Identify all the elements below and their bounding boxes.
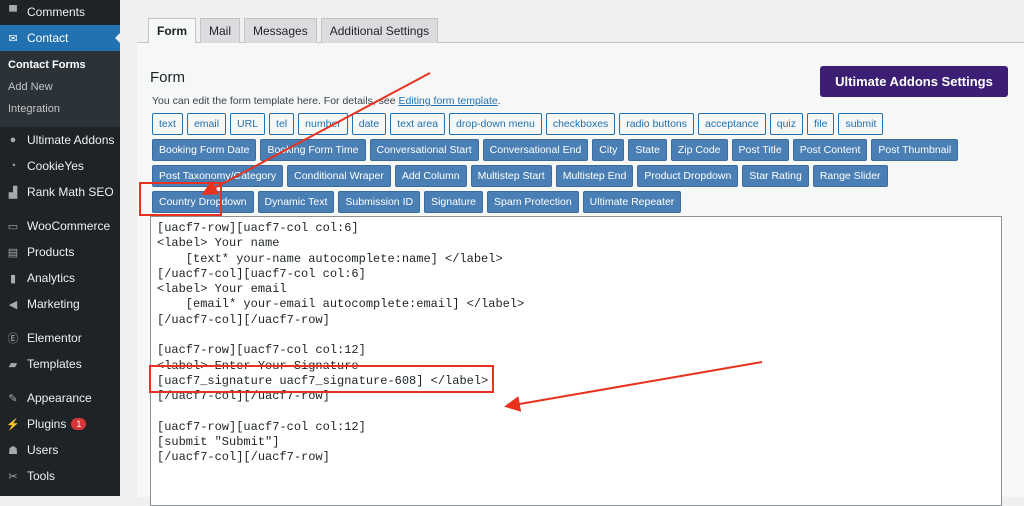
sidebar-item-comments[interactable]: ▀ Comments: [0, 0, 120, 25]
comment-icon: ▀: [9, 6, 17, 18]
sidebar-item-users[interactable]: ☗ Users: [0, 437, 120, 463]
tag-star-rating-button[interactable]: Star Rating: [742, 165, 809, 187]
sidebar-item-cookieyes[interactable]: ◔ CookieYes: [0, 153, 120, 179]
bar-chart-icon: ▮: [9, 272, 17, 285]
tag-post-content-button[interactable]: Post Content: [792, 139, 868, 161]
ultimate-addons-icon: ●: [9, 134, 17, 146]
tag-conversational-start-button[interactable]: Conversational Start: [369, 139, 479, 161]
tag-radio-buttons-button[interactable]: radio buttons: [619, 113, 695, 135]
tag-multistep-start-button[interactable]: Multistep Start: [470, 165, 552, 187]
paintbrush-icon: ✎: [8, 392, 18, 405]
tag-dynamic-text-button[interactable]: Dynamic Text: [257, 191, 335, 213]
form-description: You can edit the form template here. For…: [152, 95, 501, 107]
menu-separator: [0, 205, 120, 213]
tag-signature-button[interactable]: Signature: [424, 191, 484, 213]
tag-zip-code-button[interactable]: Zip Code: [670, 139, 728, 161]
editing-form-template-link[interactable]: Editing form template: [399, 95, 498, 107]
update-count-badge: 1: [71, 418, 87, 430]
tag-date-button[interactable]: date: [351, 113, 387, 135]
mail-icon: ✉: [8, 32, 18, 45]
wrench-icon: ✂: [8, 470, 18, 483]
contact-submenu: Contact Forms Add New Integration: [0, 51, 120, 127]
sidebar-item-marketing[interactable]: ◀ Marketing: [0, 291, 120, 317]
tag-post-taxonomy-category-button[interactable]: Post Taxonomy/Category: [152, 165, 284, 187]
tag-tel-button[interactable]: tel: [269, 113, 295, 135]
folder-icon: ▰: [8, 358, 18, 371]
menu-separator: [0, 317, 120, 325]
sidebar-item-elementor[interactable]: Ⓔ Elementor: [0, 325, 120, 351]
form-template-editor[interactable]: [uacf7-row][uacf7-col col:6] <label> You…: [150, 216, 1002, 506]
tag-ultimate-repeater-button[interactable]: Ultimate Repeater: [582, 191, 682, 213]
tab-mail[interactable]: Mail: [200, 18, 241, 43]
sidebar-item-products[interactable]: ▤ Products: [0, 239, 120, 265]
tag-product-dropdown-button[interactable]: Product Dropdown: [637, 165, 739, 187]
sidebar-item-appearance[interactable]: ✎ Appearance: [0, 385, 120, 411]
plug-icon: ⚡: [6, 418, 20, 431]
elementor-icon: Ⓔ: [7, 333, 19, 345]
tag-submission-id-button[interactable]: Submission ID: [338, 191, 421, 213]
sidebar-item-plugins[interactable]: ⚡ Plugins 1: [0, 411, 120, 437]
submenu-integration[interactable]: Integration: [0, 99, 120, 121]
woocommerce-icon: ▭: [7, 220, 19, 233]
tag-conversational-end-button[interactable]: Conversational End: [482, 139, 589, 161]
editor-tabs: Form Mail Messages Additional Settings: [148, 18, 439, 43]
menu-separator: [0, 377, 120, 385]
sidebar-item-ultimate-addons[interactable]: ● Ultimate Addons: [0, 127, 120, 153]
submenu-contact-forms[interactable]: Contact Forms: [0, 55, 120, 77]
megaphone-icon: ◀: [8, 298, 18, 311]
ultimate-addons-settings-button[interactable]: Ultimate Addons Settings: [820, 66, 1008, 97]
form-heading: Form: [150, 69, 185, 86]
tag-spam-protection-button[interactable]: Spam Protection: [487, 191, 579, 213]
tag-conditional-wraper-button[interactable]: Conditional Wraper: [287, 165, 391, 187]
tag-post-thumbnail-button[interactable]: Post Thumbnail: [871, 139, 959, 161]
tag-range-slider-button[interactable]: Range Slider: [812, 165, 888, 187]
archive-icon: ▤: [7, 246, 19, 259]
tag-post-title-button[interactable]: Post Title: [731, 139, 789, 161]
tag-text-button[interactable]: text: [152, 113, 183, 135]
tag-checkboxes-button[interactable]: checkboxes: [545, 113, 616, 135]
sidebar-item-tools[interactable]: ✂ Tools: [0, 463, 120, 489]
tag-url-button[interactable]: URL: [230, 113, 266, 135]
tag-acceptance-button[interactable]: acceptance: [698, 113, 766, 135]
admin-sidebar: ▀ Comments ✉ Contact Contact Forms Add New Int…: [0, 0, 120, 496]
sidebar-item-templates[interactable]: ▰ Templates: [0, 351, 120, 377]
tag-city-button[interactable]: City: [592, 139, 625, 161]
tag-add-column-button[interactable]: Add Column: [394, 165, 467, 187]
tag-quiz-button[interactable]: quiz: [769, 113, 803, 135]
tag-file-button[interactable]: file: [807, 113, 835, 135]
sidebar-item-contact[interactable]: ✉ Contact: [0, 25, 120, 51]
tag-number-button[interactable]: number: [298, 113, 348, 135]
sidebar-item-analytics[interactable]: ▮ Analytics: [0, 265, 120, 291]
rank-math-icon: ▟: [8, 186, 18, 199]
tab-form[interactable]: Form: [148, 18, 196, 43]
tag-booking-form-date-button[interactable]: Booking Form Date: [152, 139, 257, 161]
submenu-add-new[interactable]: Add New: [0, 77, 120, 99]
tag-country-dropdown-button[interactable]: Country Dropdown: [152, 191, 254, 213]
user-icon: ☗: [8, 444, 18, 457]
sidebar-item-woocommerce[interactable]: ▭ WooCommerce: [0, 213, 120, 239]
tab-messages[interactable]: Messages: [244, 18, 317, 43]
tag-state-button[interactable]: State: [628, 139, 667, 161]
sidebar-item-rank-math-seo[interactable]: ▟ Rank Math SEO: [0, 179, 120, 205]
tag-drop-down-menu-button[interactable]: drop-down menu: [449, 113, 542, 135]
tag-submit-button[interactable]: submit: [838, 113, 884, 135]
tag-email-button[interactable]: email: [186, 113, 227, 135]
tag-booking-form-time-button[interactable]: Booking Form Time: [260, 139, 366, 161]
cookieyes-icon: ◔: [9, 160, 17, 172]
tab-additional-settings[interactable]: Additional Settings: [320, 18, 439, 43]
tag-text-area-button[interactable]: text area: [390, 113, 446, 135]
tag-multistep-end-button[interactable]: Multistep End: [555, 165, 634, 187]
tag-generator-buttons: text email URL tel number date text area drop-d…: [152, 113, 972, 213]
